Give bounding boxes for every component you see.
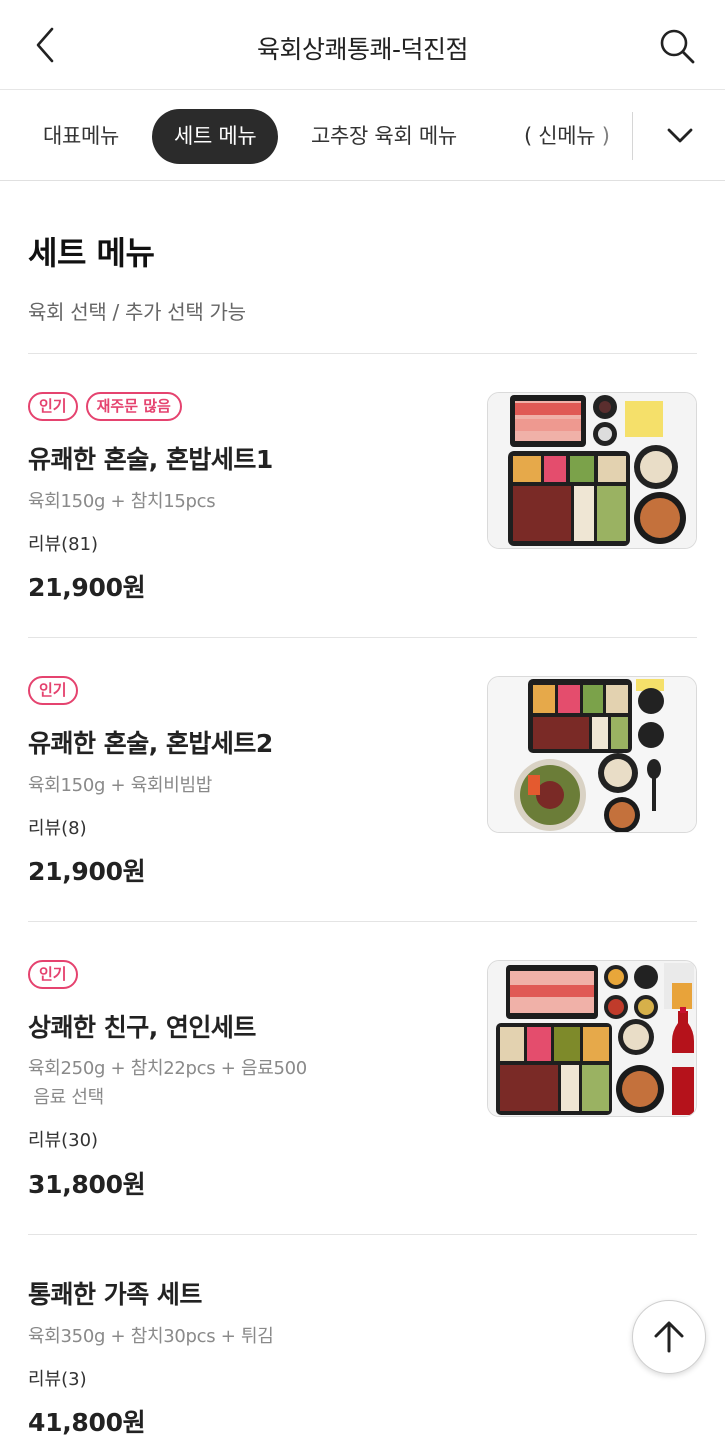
badge-popular: 인기	[28, 676, 78, 705]
tab-set-menu[interactable]: 세트 메뉴	[152, 109, 279, 164]
menu-item-review-count: 리뷰(30)	[28, 1130, 99, 1151]
arrow-up-icon	[654, 1321, 684, 1353]
menu-item-description: 육회150g + 참치15pcs	[28, 491, 216, 512]
menu-item-price: 41,800원	[28, 1408, 146, 1437]
tab-representative-menu[interactable]: 대표메뉴	[43, 109, 119, 164]
badge-reorder: 재주문 많음	[85, 392, 182, 421]
page-title: 육회상쾌통쾌-덕진점	[256, 35, 469, 64]
menu-item-description: 육회350g + 참치30pcs + 튀김	[28, 1326, 274, 1347]
search-icon	[660, 29, 695, 64]
badge-group: 인기	[28, 676, 78, 705]
menu-item-review-count: 리뷰(81)	[28, 534, 99, 555]
menu-item-photo	[487, 676, 697, 833]
menu-item-name: 유쾌한 혼술, 혼밥세트1	[28, 445, 273, 474]
menu-item-price: 21,900원	[28, 573, 146, 602]
menu-item[interactable]: 인기 상쾌한 친구, 연인세트 육회250g + 참치22pcs + 음료500…	[0, 922, 725, 1234]
menu-item-photo	[487, 960, 697, 1117]
menu-item[interactable]: 통쾌한 가족 세트 육회350g + 참치30pcs + 튀김 리뷰(3) 41…	[0, 1235, 725, 1440]
badge-popular: 인기	[28, 960, 78, 989]
section-description: 육회 선택 / 추가 선택 가능	[28, 300, 246, 324]
badge-group: 인기	[28, 960, 78, 989]
menu-item-description: 육회250g + 참치22pcs + 음료500 음료 선택	[28, 1058, 307, 1108]
search-button[interactable]	[655, 24, 699, 68]
tabs-fade	[590, 91, 634, 180]
badge-popular: 인기	[28, 392, 78, 421]
menu-item-name: 통쾌한 가족 세트	[28, 1280, 202, 1309]
menu-item[interactable]: 인기 재주문 많음 유쾌한 혼술, 혼밥세트1 육회150g + 참치15pcs…	[0, 354, 725, 637]
menu-item-price: 31,800원	[28, 1170, 146, 1199]
expand-tabs-button[interactable]	[650, 112, 710, 160]
scroll-to-top-button[interactable]	[632, 1300, 706, 1374]
menu-item-price: 21,900원	[28, 857, 146, 886]
category-tabs: 대표메뉴 세트 메뉴 고추장 육회 메뉴 ( 신메뉴 )	[0, 91, 725, 181]
menu-item-review-count: 리뷰(8)	[28, 818, 87, 839]
menu-item-description: 육회150g + 육회비빔밥	[28, 775, 213, 796]
menu-item-review-count: 리뷰(3)	[28, 1369, 87, 1390]
menu-item-name: 상쾌한 친구, 연인세트	[28, 1013, 256, 1042]
tabs-divider	[632, 112, 633, 160]
menu-item-name: 유쾌한 혼술, 혼밥세트2	[28, 729, 273, 758]
chevron-down-icon	[667, 128, 693, 143]
badge-group: 인기 재주문 많음	[28, 392, 182, 421]
app-header: 육회상쾌통쾌-덕진점	[0, 0, 725, 90]
section-title: 세트 메뉴	[28, 234, 155, 272]
menu-item[interactable]: 인기 유쾌한 혼술, 혼밥세트2 육회150g + 육회비빔밥 리뷰(8) 21…	[0, 638, 725, 921]
tab-gochujang-menu[interactable]: 고추장 육회 메뉴	[311, 109, 457, 164]
menu-item-photo	[487, 392, 697, 549]
